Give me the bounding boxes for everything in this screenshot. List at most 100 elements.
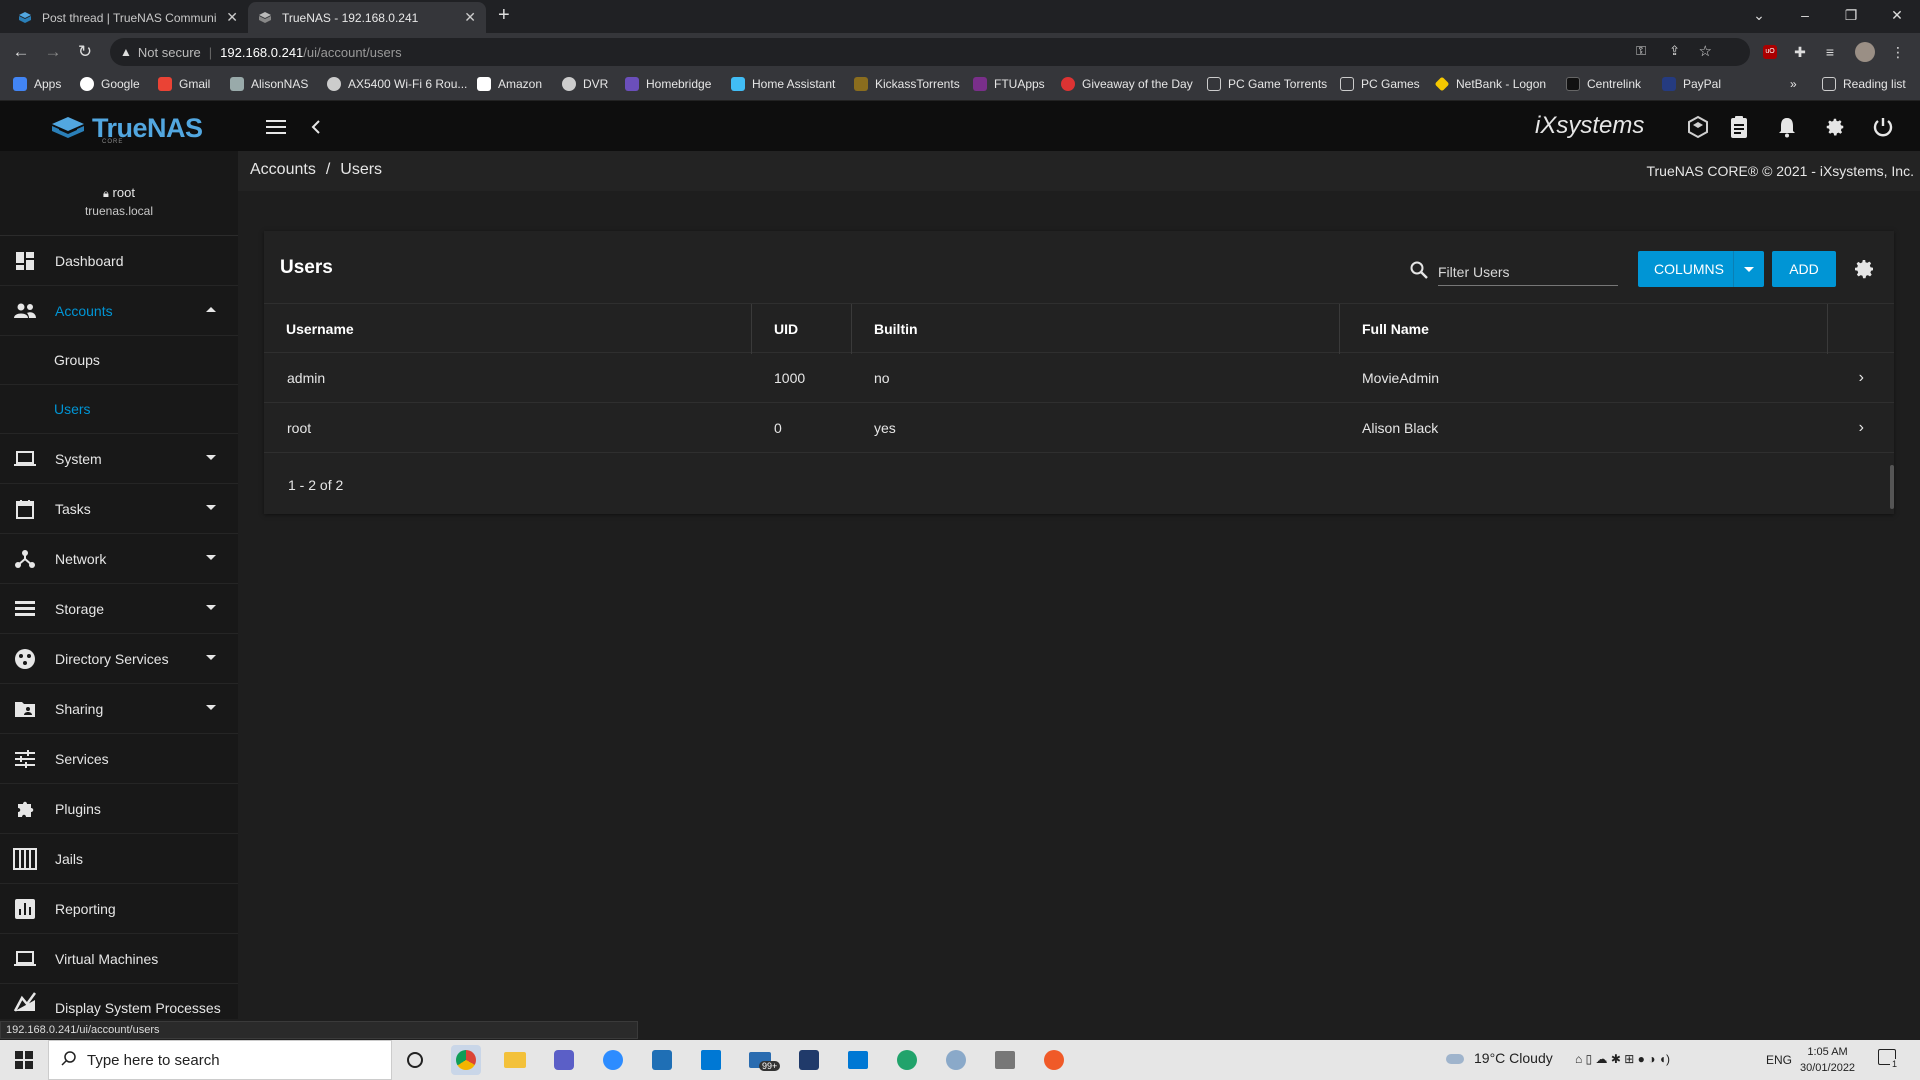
table-scrollbar[interactable] — [1890, 465, 1894, 509]
chevron-right-icon[interactable]: › — [1859, 419, 1864, 437]
bookmark-paypal[interactable]: PayPal — [1662, 77, 1721, 91]
back-icon[interactable]: ← — [6, 37, 36, 67]
sidebar-item-jails[interactable]: Jails — [0, 834, 238, 884]
zoom-icon[interactable] — [598, 1045, 628, 1075]
browser-tab-community[interactable]: Post thread | TrueNAS Communi ✕ — [8, 2, 248, 33]
sidebar-item-reporting[interactable]: Reporting — [0, 884, 238, 934]
reload-icon[interactable]: ↻ — [70, 37, 100, 67]
sidebar-item-dashboard[interactable]: Dashboard — [0, 236, 238, 286]
weather-text[interactable]: 19°C Cloudy — [1474, 1050, 1553, 1066]
table-row[interactable]: admin 1000 no MovieAdmin › — [264, 353, 1894, 403]
new-tab-icon[interactable]: + — [498, 4, 510, 27]
bookmark-pc-games[interactable]: PC Games — [1340, 77, 1420, 91]
caret-down-icon[interactable] — [1734, 266, 1764, 272]
sidebar-item-services[interactable]: Services — [0, 734, 238, 784]
store-icon[interactable] — [843, 1045, 873, 1075]
collapse-sidebar-icon[interactable] — [303, 114, 329, 140]
bookmark-home-assistant[interactable]: Home Assistant — [731, 77, 835, 91]
columns-button[interactable]: COLUMNS — [1638, 251, 1764, 287]
chevron-right-icon[interactable]: › — [1859, 369, 1864, 387]
sidebar-item-sharing[interactable]: Sharing — [0, 684, 238, 734]
sidebar-item-virtual-machines[interactable]: Virtual Machines — [0, 934, 238, 984]
add-user-button[interactable]: ADD — [1772, 251, 1836, 287]
sidebar-item-directory-services[interactable]: Directory Services — [0, 634, 238, 684]
app-icon[interactable] — [647, 1045, 677, 1075]
table-row[interactable]: root 0 yes Alison Black › — [264, 403, 1894, 453]
media-icon[interactable]: ≡ — [1820, 42, 1840, 62]
column-header-username[interactable]: Username — [264, 304, 752, 354]
filter-users-input[interactable] — [1438, 258, 1618, 286]
bookmark-gmail[interactable]: Gmail — [158, 77, 210, 91]
file-explorer-icon[interactable] — [500, 1045, 530, 1075]
app-icon[interactable] — [1039, 1045, 1069, 1075]
app-icon[interactable] — [941, 1045, 971, 1075]
sidebar-item-tasks[interactable]: Tasks — [0, 484, 238, 534]
bookmark-netbank[interactable]: NetBank - Logon — [1434, 76, 1546, 92]
key-icon[interactable]: ⚿ — [1636, 43, 1646, 59]
teams-icon[interactable] — [549, 1045, 579, 1075]
bookmark-giveaway[interactable]: Giveaway of the Day — [1061, 77, 1193, 91]
bookmark-google[interactable]: Google — [80, 77, 140, 91]
weather-icon[interactable] — [1446, 1051, 1466, 1065]
address-bar[interactable]: ▲ Not secure | 192.168.0.241 /ui/account… — [110, 38, 1750, 66]
taskbar-search[interactable]: Type here to search — [48, 1040, 392, 1080]
close-window-icon[interactable]: ✕ — [1874, 0, 1920, 30]
notification-center-icon[interactable]: 1 — [1878, 1049, 1900, 1071]
language-indicator[interactable]: ENG — [1766, 1053, 1792, 1067]
notifications-bell-icon[interactable] — [1774, 114, 1800, 140]
bookmark-amazon[interactable]: Amazon — [477, 77, 542, 91]
column-header-full-name[interactable]: Full Name — [1340, 304, 1828, 354]
mail-icon[interactable]: 99+ — [745, 1045, 781, 1075]
table-settings-gear-icon[interactable] — [1852, 257, 1876, 281]
share-icon[interactable]: ⇪ — [1669, 43, 1680, 59]
edge-icon[interactable] — [892, 1045, 922, 1075]
column-header-builtin[interactable]: Builtin — [852, 304, 1340, 354]
restore-icon[interactable]: ❐ — [1828, 0, 1874, 30]
bookmarks-overflow-icon[interactable]: » — [1790, 77, 1797, 91]
minimize-icon[interactable]: – — [1782, 0, 1828, 30]
windows-start-icon[interactable] — [0, 1040, 48, 1080]
power-icon[interactable] — [1870, 114, 1896, 140]
browser-tab-truenas[interactable]: TrueNAS - 192.168.0.241 ✕ — [248, 2, 486, 33]
tab-search-icon[interactable]: ⌄ — [1736, 0, 1782, 30]
bookmark-pc-game-torrents[interactable]: PC Game Torrents — [1207, 77, 1327, 91]
sidebar-item-plugins[interactable]: Plugins — [0, 784, 238, 834]
bookmark-alisonnas[interactable]: AlisonNAS — [230, 77, 308, 91]
sidebar-item-system[interactable]: System — [0, 434, 238, 484]
truenas-logo[interactable]: TrueNAS CORE — [50, 113, 203, 145]
close-tab-icon[interactable]: ✕ — [226, 9, 238, 26]
forward-icon[interactable]: → — [38, 37, 68, 67]
security-label[interactable]: Not secure — [138, 45, 201, 60]
reading-list[interactable]: Reading list — [1822, 77, 1906, 91]
system-tray-icons[interactable]: ⌂ ▯ ☁ ✱ ⊞ ● ◑ ◖) — [1575, 1052, 1670, 1066]
ixsystems-logo[interactable]: iXsystems — [1535, 112, 1644, 140]
sidebar-item-storage[interactable]: Storage — [0, 584, 238, 634]
hamburger-menu-icon[interactable] — [263, 114, 289, 140]
clock[interactable]: 1:05 AM 30/01/2022 — [1800, 1044, 1855, 1076]
profile-avatar[interactable] — [1855, 42, 1875, 62]
warning-icon[interactable]: ▲ — [120, 45, 132, 59]
app-icon[interactable] — [794, 1045, 824, 1075]
sidebar-subitem-users[interactable]: Users — [0, 385, 238, 434]
copyright-text[interactable]: TrueNAS CORE® © 2021 - iXsystems, Inc. — [1646, 163, 1914, 179]
column-header-uid[interactable]: UID — [752, 304, 852, 354]
sidebar-subitem-groups[interactable]: Groups — [0, 336, 238, 385]
bookmark-centrelink[interactable]: Centrelink — [1566, 77, 1641, 91]
ublock-icon[interactable]: uO — [1760, 42, 1780, 62]
close-tab-icon[interactable]: ✕ — [464, 9, 476, 26]
calendar-app-icon[interactable] — [696, 1045, 726, 1075]
chrome-icon[interactable] — [451, 1045, 481, 1075]
bookmark-homebridge[interactable]: Homebridge — [625, 77, 711, 91]
task-view-icon[interactable] — [400, 1045, 430, 1075]
truecommand-icon[interactable] — [1685, 114, 1711, 140]
breadcrumb-accounts[interactable]: Accounts — [250, 161, 316, 179]
bookmark-dvr[interactable]: DVR — [562, 77, 608, 91]
bookmark-ftuapps[interactable]: FTUApps — [973, 77, 1045, 91]
browser-menu-icon[interactable]: ⋮ — [1888, 42, 1908, 62]
sidebar-item-display-system-processes[interactable]: Display System Processes — [0, 984, 238, 1019]
sidebar-item-network[interactable]: Network — [0, 534, 238, 584]
task-manager-icon[interactable] — [1726, 114, 1752, 140]
bookmark-apps[interactable]: Apps — [13, 77, 61, 91]
extensions-icon[interactable]: ✚ — [1790, 42, 1810, 62]
bookmark-router[interactable]: AX5400 Wi-Fi 6 Rou... — [327, 77, 467, 91]
